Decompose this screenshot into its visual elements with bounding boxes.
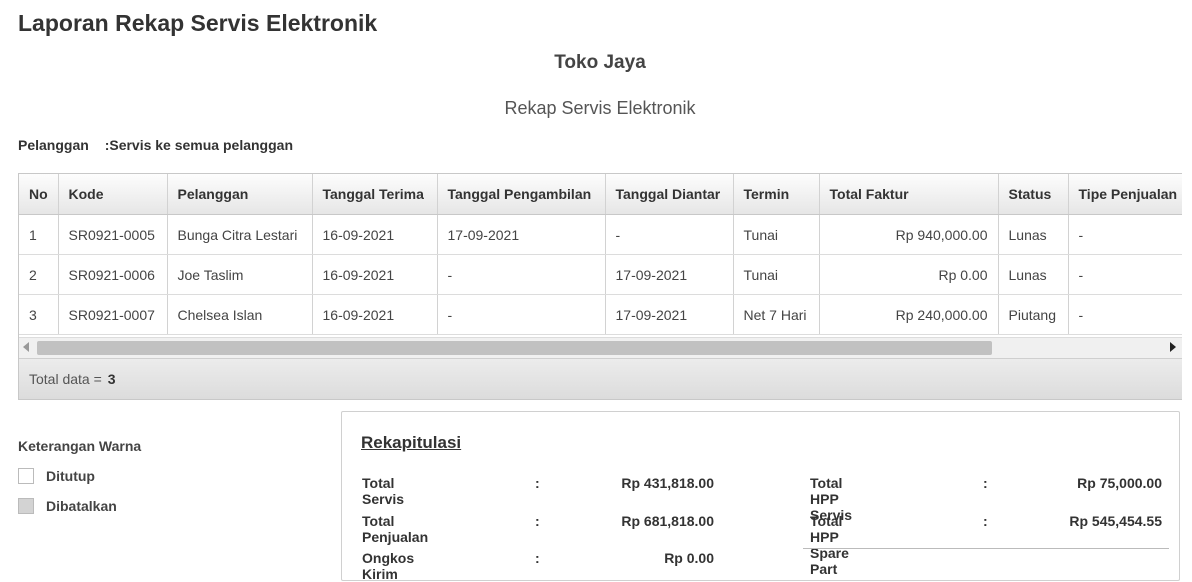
cell-no: 2	[19, 254, 59, 295]
cell-termin: Net 7 Hari	[733, 294, 820, 335]
total-data-count: 3	[107, 371, 116, 387]
cell-pelanggan: Bunga Citra Lestari	[167, 214, 313, 255]
filter-value: :Servis ke semua pelanggan	[104, 137, 293, 153]
summary-title: Rekapitulasi	[361, 433, 462, 452]
cell-tanggal-diantar: 17-09-2021	[605, 254, 734, 295]
summary-value: Rp 431,818.00	[621, 475, 714, 491]
cell-total-faktur-link[interactable]: Rp 940,000.00	[819, 214, 999, 255]
summary-label: Total Servis	[362, 475, 405, 507]
summary-label: Total HPP Spare Part	[810, 513, 849, 577]
summary-colon: :	[535, 550, 540, 566]
table-row[interactable]: 2 SR0921-0006 Joe Taslim 16-09-2021 - 17…	[19, 254, 1182, 295]
cell-termin: Tunai	[733, 254, 820, 295]
cell-kode-link[interactable]: SR0921-0005	[58, 214, 168, 255]
cell-tanggal-terima: 16-09-2021	[312, 254, 438, 295]
table-row[interactable]: 3 SR0921-0007 Chelsea Islan 16-09-2021 -…	[19, 294, 1182, 335]
legend-title: Keterangan Warna	[18, 438, 142, 454]
col-header-status[interactable]: Status	[998, 174, 1069, 215]
col-header-no[interactable]: No	[19, 174, 59, 215]
company-name: Toko Jaya	[554, 52, 646, 73]
cell-kode-link[interactable]: SR0921-0007	[58, 294, 168, 335]
legend-label: Ditutup	[46, 468, 95, 484]
col-header-pelanggan[interactable]: Pelanggan	[167, 174, 313, 215]
summary-value: Rp 0.00	[664, 550, 714, 566]
cell-tanggal-diantar: -	[605, 214, 734, 255]
col-header-tanggal-terima[interactable]: Tanggal Terima	[312, 174, 438, 215]
cell-tanggal-terima: 16-09-2021	[312, 294, 438, 335]
summary-label: Ongkos Kirim	[362, 550, 415, 582]
legend-item-dibatalkan: Dibatalkan	[18, 498, 117, 514]
page-title: Laporan Rekap Servis Elektronik	[18, 10, 378, 36]
cell-tanggal-pengambilan: 17-09-2021	[437, 214, 606, 255]
summary-panel: Rekapitulasi Total Servis : Rp 431,818.0…	[341, 411, 1180, 582]
filter-label: Pelanggan	[18, 137, 89, 153]
customer-filter: Pelanggan :Servis ke semua pelanggan	[18, 137, 293, 153]
summary-value: Rp 681,818.00	[621, 513, 714, 529]
col-header-tipe-penjualan[interactable]: Tipe Penjualan	[1068, 174, 1182, 215]
cell-tipe-penjualan: -	[1068, 254, 1182, 295]
scrollbar-thumb[interactable]	[37, 341, 992, 355]
summary-divider	[803, 548, 1169, 549]
summary-colon: :	[983, 513, 988, 529]
cell-kode-link[interactable]: SR0921-0006	[58, 254, 168, 295]
cell-status: Piutang	[998, 294, 1069, 335]
col-header-termin[interactable]: Termin	[733, 174, 820, 215]
cell-tipe-penjualan: -	[1068, 294, 1182, 335]
col-header-total-faktur[interactable]: Total Faktur	[819, 174, 999, 215]
summary-label: Total Penjualan	[362, 513, 429, 545]
col-header-tanggal-pengambilan[interactable]: Tanggal Pengambilan	[437, 174, 606, 215]
cell-tanggal-pengambilan: -	[437, 254, 606, 295]
scroll-left-icon[interactable]	[23, 342, 29, 352]
cell-tipe-penjualan: -	[1068, 214, 1182, 255]
service-table: No Kode Pelanggan Tanggal Terima Tanggal…	[19, 174, 1182, 335]
cell-tanggal-terima: 16-09-2021	[312, 214, 438, 255]
cell-status: Lunas	[998, 254, 1069, 295]
summary-value: Rp 75,000.00	[1077, 475, 1162, 491]
cell-total-faktur-link[interactable]: Rp 0.00	[819, 254, 999, 295]
summary-colon: :	[535, 475, 540, 491]
col-header-kode[interactable]: Kode	[58, 174, 168, 215]
cell-termin: Tunai	[733, 214, 820, 255]
legend-label: Dibatalkan	[46, 498, 117, 514]
cell-no: 3	[19, 294, 59, 335]
cell-total-faktur-link[interactable]: Rp 240,000.00	[819, 294, 999, 335]
summary-colon: :	[535, 513, 540, 529]
cell-status: Lunas	[998, 214, 1069, 255]
legend-swatch	[18, 468, 34, 484]
summary-colon: :	[983, 475, 988, 491]
summary-value: Rp 545,454.55	[1069, 513, 1162, 529]
col-header-tanggal-diantar[interactable]: Tanggal Diantar	[605, 174, 734, 215]
cell-tanggal-pengambilan: -	[437, 294, 606, 335]
cell-tanggal-diantar: 17-09-2021	[605, 294, 734, 335]
horizontal-scrollbar[interactable]	[19, 337, 1182, 358]
service-grid: No Kode Pelanggan Tanggal Terima Tanggal…	[18, 173, 1182, 400]
legend-item-ditutup: Ditutup	[18, 468, 95, 484]
table-row[interactable]: 1 SR0921-0005 Bunga Citra Lestari 16-09-…	[19, 214, 1182, 255]
report-title: Rekap Servis Elektronik	[504, 98, 696, 118]
table-footer: Total data = 3	[19, 358, 1182, 399]
table-header-row: No Kode Pelanggan Tanggal Terima Tanggal…	[19, 174, 1182, 215]
scroll-right-icon[interactable]	[1170, 342, 1176, 352]
total-data-label: Total data =	[29, 371, 102, 387]
cell-no: 1	[19, 214, 59, 255]
cell-pelanggan: Joe Taslim	[167, 254, 313, 295]
cell-pelanggan: Chelsea Islan	[167, 294, 313, 335]
legend-swatch	[18, 498, 34, 514]
